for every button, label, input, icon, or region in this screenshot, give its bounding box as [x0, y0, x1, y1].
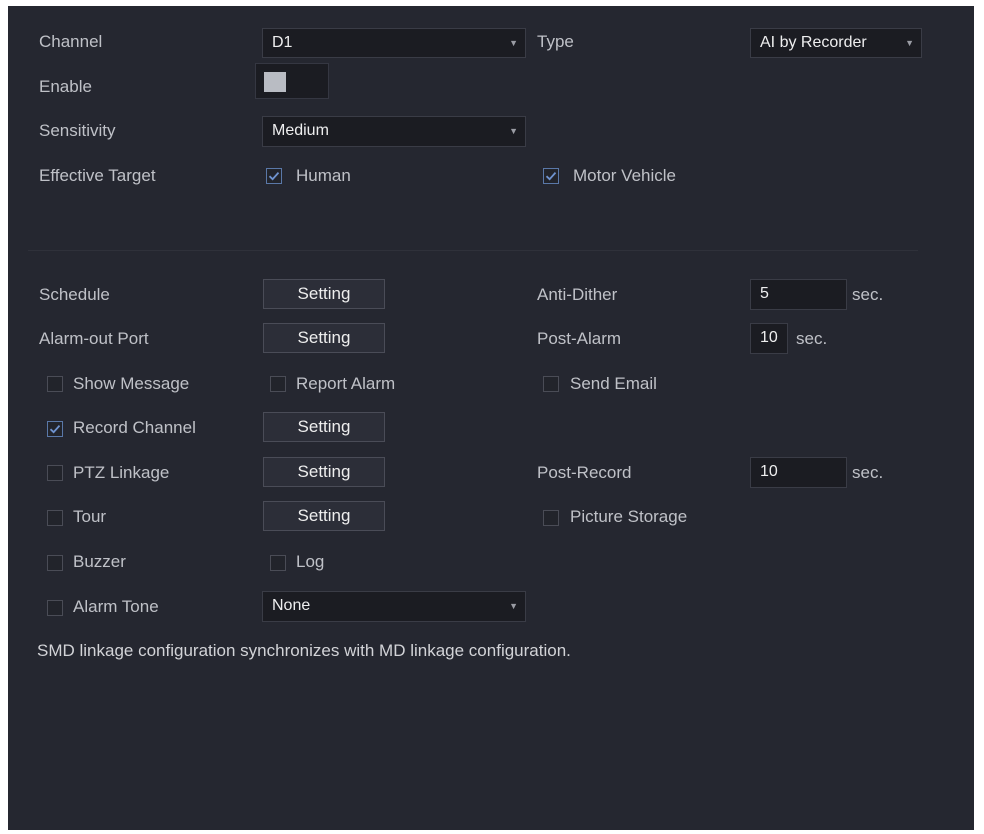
record-channel-label: Record Channel — [73, 418, 196, 437]
post-alarm-input[interactable]: 10 — [750, 323, 788, 354]
motor-vehicle-label: Motor Vehicle — [573, 166, 676, 185]
post-alarm-label: Post-Alarm — [537, 329, 622, 348]
channel-label: Channel — [39, 32, 103, 51]
post-record-input[interactable]: 10 — [750, 457, 847, 488]
anti-dither-unit: sec. — [852, 285, 884, 304]
schedule-setting-button[interactable]: Setting — [263, 279, 385, 309]
alarm-tone-checkbox[interactable] — [47, 600, 63, 616]
linkage-note: SMD linkage configuration synchronizes w… — [37, 641, 571, 660]
checkmark-icon — [268, 172, 280, 181]
enable-toggle[interactable] — [255, 63, 329, 99]
anti-dither-input[interactable]: 5 — [750, 279, 847, 310]
report-alarm-checkbox[interactable] — [270, 376, 286, 392]
alarm-tone-value: None — [272, 597, 311, 614]
effective-target-label: Effective Target — [39, 166, 156, 185]
ptz-linkage-setting-button[interactable]: Setting — [263, 457, 385, 487]
type-value: AI by Recorder — [760, 34, 867, 51]
alarm-out-port-label: Alarm-out Port — [39, 329, 149, 348]
picture-storage-checkbox[interactable] — [543, 510, 559, 526]
checkmark-icon — [545, 172, 557, 181]
tour-checkbox[interactable] — [47, 510, 63, 526]
type-select[interactable]: AI by Recorder ▼ — [750, 28, 922, 58]
record-channel-checkbox[interactable] — [47, 421, 63, 437]
tour-setting-button[interactable]: Setting — [263, 501, 385, 531]
log-checkbox[interactable] — [270, 555, 286, 571]
alarm-out-port-setting-button[interactable]: Setting — [263, 323, 385, 353]
show-message-label: Show Message — [73, 374, 190, 393]
section-divider — [28, 250, 918, 251]
show-message-checkbox[interactable] — [47, 376, 63, 392]
toggle-knob — [264, 72, 286, 92]
log-label: Log — [296, 552, 325, 571]
alarm-tone-select[interactable]: None ▼ — [262, 591, 526, 622]
schedule-label: Schedule — [39, 285, 110, 304]
enable-label: Enable — [39, 77, 92, 96]
motor-vehicle-checkbox[interactable] — [543, 168, 559, 184]
channel-value: D1 — [272, 34, 293, 51]
tour-label: Tour — [73, 507, 107, 526]
ptz-linkage-label: PTZ Linkage — [73, 463, 170, 482]
report-alarm-label: Report Alarm — [296, 374, 396, 393]
human-label: Human — [296, 166, 351, 185]
buzzer-label: Buzzer — [73, 552, 126, 571]
human-checkbox[interactable] — [266, 168, 282, 184]
channel-select[interactable]: D1 ▼ — [262, 28, 526, 58]
record-channel-setting-button[interactable]: Setting — [263, 412, 385, 442]
send-email-checkbox[interactable] — [543, 376, 559, 392]
chevron-down-icon: ▼ — [905, 38, 914, 48]
checkmark-icon — [49, 425, 61, 434]
send-email-label: Send Email — [570, 374, 657, 393]
picture-storage-label: Picture Storage — [570, 507, 688, 526]
sensitivity-select[interactable]: Medium ▼ — [262, 116, 526, 147]
ptz-linkage-checkbox[interactable] — [47, 465, 63, 481]
sensitivity-label: Sensitivity — [39, 121, 116, 140]
post-alarm-unit: sec. — [796, 329, 828, 348]
chevron-down-icon: ▼ — [509, 126, 518, 136]
chevron-down-icon: ▼ — [509, 601, 518, 611]
chevron-down-icon: ▼ — [509, 38, 518, 48]
type-label: Type — [537, 32, 574, 51]
alarm-tone-label: Alarm Tone — [73, 597, 159, 616]
sensitivity-value: Medium — [272, 122, 329, 139]
buzzer-checkbox[interactable] — [47, 555, 63, 571]
post-record-label: Post-Record — [537, 463, 632, 482]
anti-dither-label: Anti-Dither — [537, 285, 618, 304]
post-record-unit: sec. — [852, 463, 884, 482]
